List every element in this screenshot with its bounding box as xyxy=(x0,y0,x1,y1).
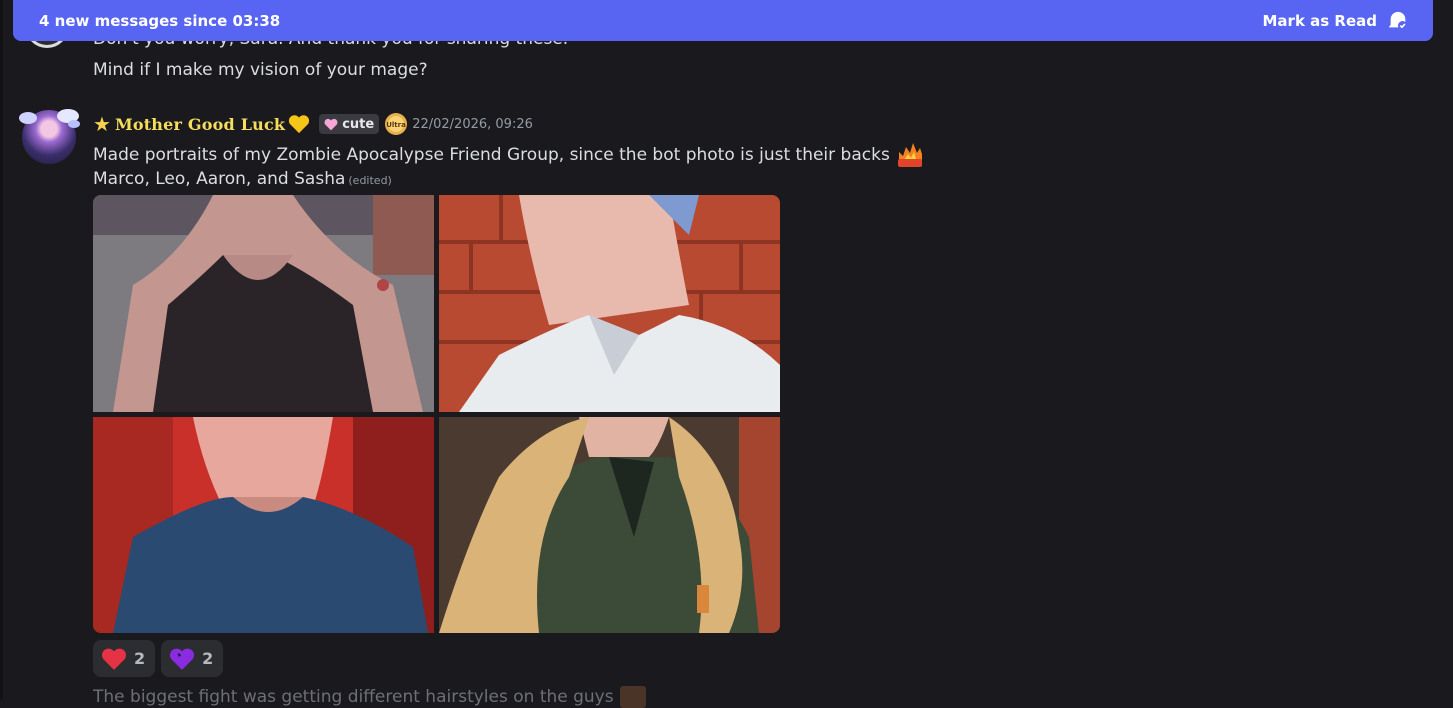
message-header: ★ Mother Good Luck cute Ultra 22/02/2026… xyxy=(93,111,533,137)
image-attachment[interactable] xyxy=(439,417,780,633)
message-line: Made portraits of my Zombie Apocalypse F… xyxy=(93,145,890,165)
new-messages-bar[interactable]: 4 new messages since 03:38 Mark as Read xyxy=(13,0,1433,41)
user-tag[interactable]: cute xyxy=(319,114,380,134)
message-line: The biggest fight was getting different … xyxy=(93,687,614,707)
yellow-heart-icon xyxy=(289,115,310,134)
tag-label: cute xyxy=(342,116,375,132)
fire-emoji-icon xyxy=(897,143,922,167)
previous-message-line: Mind if I make my vision of your mage? xyxy=(93,60,428,80)
image-attachment[interactable] xyxy=(93,417,434,633)
message-text: Made portraits of my Zombie Apocalypse F… xyxy=(93,142,924,168)
edited-label: (edited) xyxy=(348,174,392,187)
custom-emoji-icon xyxy=(619,686,646,708)
reaction-button[interactable]: 2 xyxy=(161,640,224,677)
pink-heart-icon xyxy=(324,118,338,130)
next-message-text: The biggest fight was getting different … xyxy=(93,686,646,708)
reaction-button[interactable]: 2 xyxy=(93,640,156,677)
mark-as-read-button[interactable]: Mark as Read xyxy=(1263,10,1410,32)
badge-text: Ultra xyxy=(386,121,406,129)
image-attachment[interactable] xyxy=(439,195,780,412)
ultra-badge-icon[interactable]: Ultra xyxy=(384,112,408,136)
star-icon: ★ xyxy=(93,112,111,136)
cloud-avatar-decoration-icon xyxy=(19,109,80,128)
red-heart-icon xyxy=(101,648,127,670)
channel-edge xyxy=(0,0,3,700)
image-attachment[interactable] xyxy=(93,195,434,412)
mark-read-icon xyxy=(1388,11,1408,30)
username[interactable]: Mother Good Luck xyxy=(115,115,285,134)
reaction-count: 2 xyxy=(134,649,146,668)
portrait-image xyxy=(439,417,780,633)
message-line: Marco, Leo, Aaron, and Sasha xyxy=(93,169,346,189)
reaction-count: 2 xyxy=(202,649,214,668)
reactions-bar: 2 2 xyxy=(93,640,224,677)
message-text: Marco, Leo, Aaron, and Sasha (edited) xyxy=(93,169,392,189)
portrait-image xyxy=(93,195,434,412)
mark-as-read-label: Mark as Read xyxy=(1262,11,1378,30)
purple-heart-icon xyxy=(170,648,195,670)
portrait-image xyxy=(439,195,780,412)
image-attachments-grid xyxy=(93,195,780,633)
new-messages-text: 4 new messages since 03:38 xyxy=(39,11,281,30)
portrait-image xyxy=(93,417,434,633)
timestamp[interactable]: 22/02/2026, 09:26 xyxy=(412,117,533,132)
